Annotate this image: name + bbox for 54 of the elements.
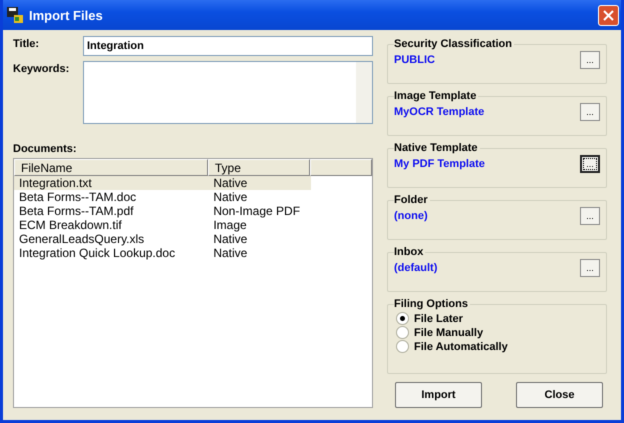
close-button[interactable] — [598, 4, 619, 26]
radio-label: File Automatically — [414, 340, 508, 352]
keywords-field[interactable] — [83, 61, 373, 124]
group-title: Image Template — [394, 90, 478, 102]
table-cell-text: Native — [212, 232, 248, 246]
table-cell-text: GeneralLeadsQuery.xls — [18, 232, 146, 246]
dialog-button[interactable]: Import — [395, 382, 482, 408]
table-cell-text: Image — [212, 218, 248, 232]
app-icon — [6, 6, 24, 24]
list-row[interactable]: Integration Quick Lookup.doc Native — [14, 246, 311, 260]
close-icon — [603, 10, 614, 20]
list-row[interactable]: Beta Forms--TAM.doc Native — [14, 190, 311, 204]
column-header[interactable]: FileName — [14, 159, 208, 176]
scrollbar[interactable] — [356, 62, 372, 123]
group-value: PUBLIC — [394, 54, 435, 66]
radio-label: File Manually — [414, 326, 484, 338]
browse-button[interactable]: ... — [580, 155, 600, 173]
table-cell-text: Integration.txt — [18, 176, 93, 190]
list-row[interactable]: Integration.txt Native — [14, 176, 311, 190]
title-field[interactable]: Integration — [83, 36, 373, 56]
dialog-button[interactable]: Close — [516, 382, 603, 408]
browse-button[interactable]: ... — [580, 103, 600, 121]
group-value: (default) — [394, 262, 438, 274]
group-title: Folder — [394, 194, 430, 206]
radio-button[interactable] — [396, 326, 409, 339]
group-title: Security Classification — [394, 38, 514, 50]
table-cell-text: Integration Quick Lookup.doc — [18, 246, 176, 260]
table-cell-text: Native — [212, 246, 248, 260]
field-label: Title: — [12, 37, 40, 52]
group-title: Native Template — [394, 142, 480, 154]
radio-button[interactable] — [396, 312, 409, 325]
table-cell-text: Native — [212, 190, 248, 204]
list-row[interactable]: ECM Breakdown.tif Image — [14, 218, 311, 232]
section-label: Documents: — [13, 143, 78, 155]
group-value: (none) — [394, 210, 428, 222]
table-cell-text: Native — [212, 176, 248, 190]
radio-label: File Later — [414, 312, 463, 324]
group-value: MyOCR Template — [394, 106, 484, 118]
table-cell-text: Beta Forms--TAM.doc — [18, 190, 138, 204]
window-title: Import Files — [29, 8, 104, 22]
list-row[interactable]: Beta Forms--TAM.pdf Non-Image PDF — [14, 204, 311, 218]
browse-button[interactable]: ... — [580, 259, 600, 277]
browse-button[interactable]: ... — [580, 207, 600, 225]
table-cell-text: Non-Image PDF — [212, 204, 302, 218]
list-row[interactable]: GeneralLeadsQuery.xls Native — [14, 232, 311, 246]
field-label: Keywords: — [12, 62, 70, 77]
group-value: My PDF Template — [394, 158, 485, 170]
browse-button[interactable]: ... — [580, 51, 600, 69]
radio-button[interactable] — [396, 340, 409, 353]
table-cell-text: Beta Forms--TAM.pdf — [18, 204, 134, 218]
group-title: Filing Options — [394, 298, 470, 310]
table-cell-text: ECM Breakdown.tif — [18, 218, 123, 232]
group-title: Inbox — [394, 246, 426, 258]
column-header[interactable]: Type — [208, 159, 310, 176]
